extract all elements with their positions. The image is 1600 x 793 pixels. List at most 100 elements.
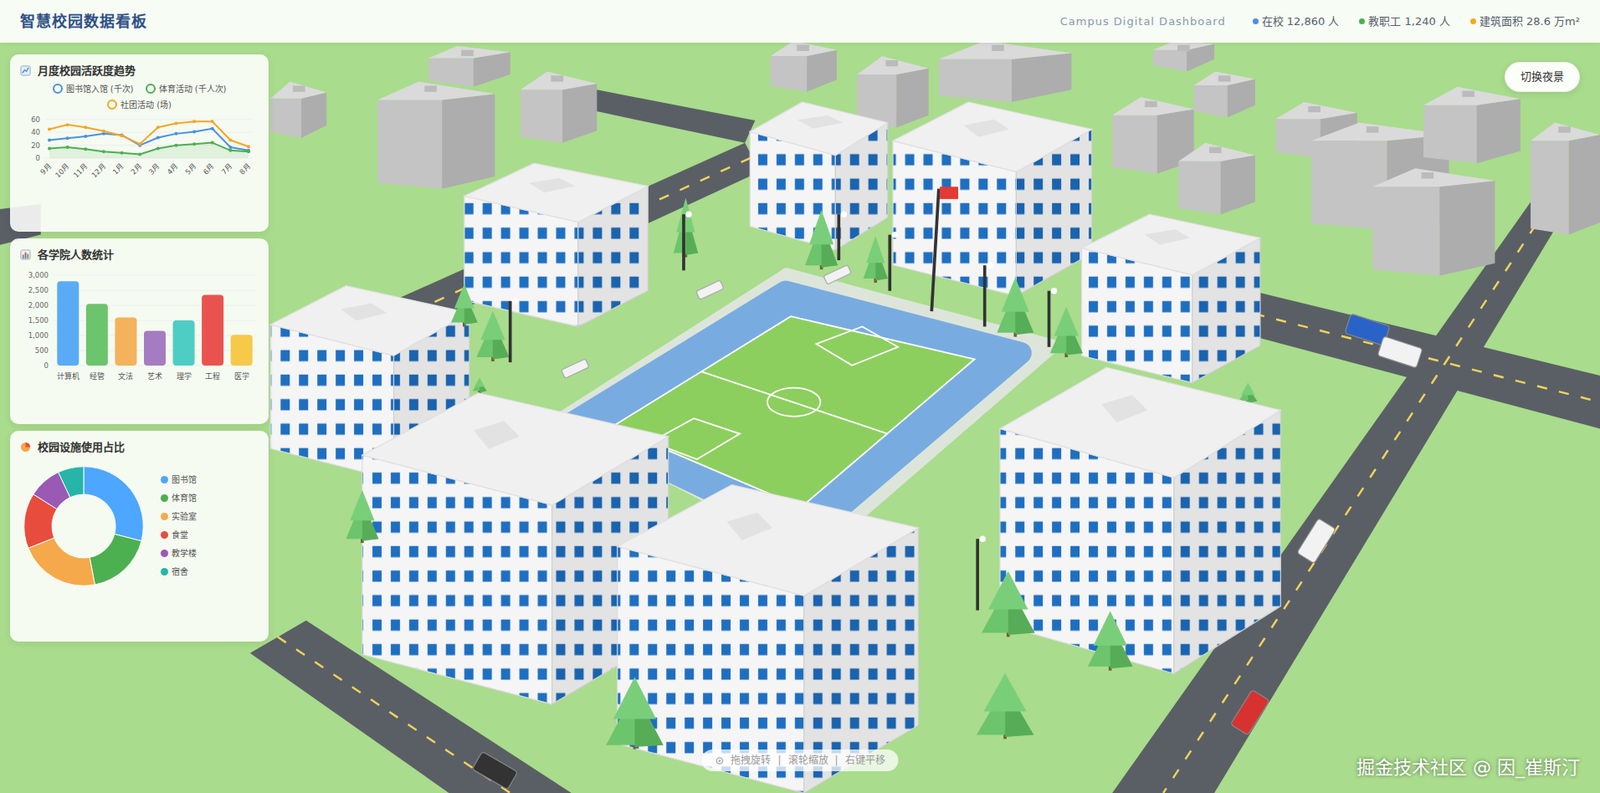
cars: [471, 313, 1423, 790]
y-tick: 2,500: [28, 286, 49, 295]
bar-label: 医学: [234, 371, 250, 381]
trend-icon: [20, 65, 31, 77]
donut-slice[interactable]: [89, 533, 142, 585]
y-tick: 0: [44, 361, 49, 370]
college-bar[interactable]: [201, 294, 224, 366]
series-point[interactable]: [228, 138, 232, 142]
series-point[interactable]: [156, 135, 160, 139]
series-point[interactable]: [83, 133, 88, 138]
legend-item[interactable]: 体育活动 (千人次): [145, 82, 227, 96]
series-point[interactable]: [228, 144, 232, 149]
legend-label: 体育馆: [171, 492, 197, 505]
y-tick: 40: [30, 128, 41, 137]
series-point[interactable]: [192, 119, 196, 124]
series-point[interactable]: [83, 125, 88, 129]
y-tick: 0: [35, 153, 41, 163]
legend-item[interactable]: 图书馆入馆 (千次): [52, 82, 134, 96]
legend-item[interactable]: 实验室: [160, 510, 197, 524]
trend-chart: 60402009月10月11月12月1月2月3月4月5月6月7月8月: [20, 111, 259, 194]
series-point[interactable]: [156, 146, 160, 150]
x-tick: 12月: [89, 161, 108, 180]
series-point[interactable]: [210, 140, 215, 144]
legend-item[interactable]: 图书馆: [160, 473, 197, 487]
panel-title: 各学院人数统计: [37, 246, 114, 264]
series-point[interactable]: [138, 142, 142, 146]
series-point[interactable]: [246, 144, 251, 149]
series-point[interactable]: [174, 131, 178, 135]
side-panels: 月度校园活跃度趋势图书馆入馆 (千次)体育活动 (千人次)社团活动 (场)604…: [10, 54, 269, 642]
legend-dot: [160, 549, 169, 558]
hint-text: 拖拽旋转: [730, 753, 771, 769]
stat-dot: [1358, 18, 1365, 25]
series-point[interactable]: [210, 119, 215, 124]
series-line: [49, 121, 249, 147]
series-point[interactable]: [174, 121, 178, 125]
donut-slice[interactable]: [83, 466, 144, 541]
legend-label: 体育活动 (千人次): [158, 82, 227, 96]
hint-separator: |: [835, 753, 839, 769]
legend-label: 教学楼: [171, 547, 197, 560]
college-bar[interactable]: [230, 334, 253, 366]
legend-item[interactable]: 食堂: [160, 528, 197, 542]
series-point[interactable]: [228, 148, 232, 152]
series-point[interactable]: [156, 125, 160, 129]
top-bar: 智慧校园数据看板Campus Digital Dashboard在校 12,86…: [0, 0, 1600, 43]
series-point[interactable]: [83, 147, 88, 151]
series-point[interactable]: [66, 123, 70, 127]
y-tick: 20: [30, 140, 41, 149]
series-point[interactable]: [102, 149, 106, 154]
legend-dot: [160, 494, 169, 503]
y-tick: 1,000: [28, 331, 49, 340]
front-buildings: [362, 367, 1281, 793]
legend-item[interactable]: 社团活动 (场): [107, 98, 172, 112]
legend-item[interactable]: 教学楼: [160, 547, 197, 560]
x-tick: 10月: [53, 161, 72, 180]
college-bar[interactable]: [173, 320, 195, 366]
legend-ring: [145, 83, 156, 94]
college-bar[interactable]: [114, 317, 137, 366]
college-bar[interactable]: [56, 281, 79, 366]
series-point[interactable]: [210, 126, 215, 130]
series-point[interactable]: [47, 127, 52, 131]
trend-panel: 月度校园活跃度趋势图书馆入馆 (千次)体育活动 (千人次)社团活动 (场)604…: [10, 54, 269, 232]
night-mode-button[interactable]: 切换夜景: [1504, 61, 1580, 93]
x-tick: 7月: [220, 161, 235, 176]
hint-text: 滚轮缩放: [788, 753, 829, 769]
series-point[interactable]: [47, 146, 52, 150]
x-tick: 5月: [183, 161, 198, 176]
series-point[interactable]: [174, 143, 178, 147]
series-point[interactable]: [66, 144, 70, 149]
y-tick: 500: [35, 346, 49, 355]
x-tick: 2月: [128, 161, 144, 176]
series-point[interactable]: [120, 133, 124, 138]
legend-item[interactable]: 体育馆: [160, 492, 197, 505]
series-point[interactable]: [47, 138, 52, 142]
series-point[interactable]: [120, 150, 124, 154]
series-point[interactable]: [138, 152, 142, 156]
college-bar[interactable]: [86, 303, 108, 366]
stat-text: 建筑面积 28.6 万m²: [1479, 13, 1580, 31]
series-point[interactable]: [192, 129, 196, 134]
header-stats: Campus Digital Dashboard在校 12,860 人教职工 1…: [1060, 13, 1580, 31]
x-tick: 4月: [165, 161, 180, 176]
legend-item[interactable]: 宿舍: [160, 565, 197, 579]
bar-label: 文法: [117, 371, 134, 381]
trees: [451, 197, 1257, 406]
series-point[interactable]: [192, 142, 196, 146]
series-point[interactable]: [102, 128, 106, 133]
series-point[interactable]: [120, 133, 124, 137]
front-trees: [345, 490, 1133, 750]
stat-text: 教职工 1,240 人: [1368, 13, 1450, 31]
colleges-panel: 各学院人数统计3,0002,5002,0001,5001,0005000计算机经…: [10, 238, 269, 425]
facilities-legend: 图书馆体育馆实验室食堂教学楼宿舍: [160, 473, 197, 579]
watermark: 掘金技术社区 @ 因_崔斯汀: [1356, 753, 1580, 782]
control-hint: 拖拽旋转|滚轮缩放|右键平移: [701, 749, 898, 772]
legend-dot: [160, 531, 169, 539]
series-point[interactable]: [66, 136, 70, 140]
donut-slice[interactable]: [58, 466, 84, 498]
legend-label: 图书馆入馆 (千次): [66, 82, 134, 96]
series-point[interactable]: [246, 149, 251, 154]
donut-slice[interactable]: [28, 537, 96, 585]
bar-label: 艺术: [147, 371, 163, 381]
college-bar[interactable]: [143, 330, 166, 365]
